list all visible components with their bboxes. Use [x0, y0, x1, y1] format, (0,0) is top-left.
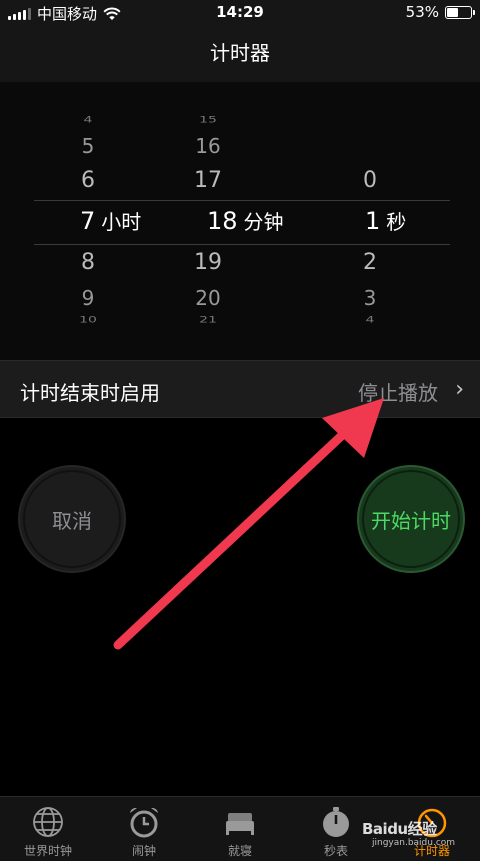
minutes-option[interactable]: 20 — [173, 286, 243, 310]
seconds-option[interactable]: 2 — [335, 250, 405, 275]
seconds-option[interactable]: 0 — [335, 168, 405, 193]
duration-picker[interactable]: 4 5 6 8 9 10 15 16 17 19 20 21 0 2 3 4 7… — [0, 82, 480, 360]
minutes-selected[interactable]: 18 分钟 — [207, 206, 284, 235]
hours-selected[interactable]: 7 小时 — [80, 206, 141, 235]
bed-icon — [226, 813, 254, 835]
picker-selection-top-line — [34, 200, 450, 201]
alarm-clock-icon — [130, 807, 158, 838]
globe-icon — [33, 807, 63, 837]
battery-icon — [445, 5, 475, 19]
seconds-option[interactable]: 4 — [335, 315, 405, 325]
start-button[interactable]: 开始计时 — [357, 465, 465, 573]
battery-group: 53% — [405, 3, 475, 21]
seconds-selected-value: 1 — [365, 207, 381, 235]
nav-title: 计时器 — [0, 24, 480, 82]
status-bar: 中国移动 14:29 53% — [0, 0, 480, 24]
seconds-option[interactable]: 3 — [335, 286, 405, 310]
tab-label: 世界时钟 — [23, 844, 72, 858]
hours-option[interactable]: 8 — [53, 250, 123, 275]
cancel-button[interactable]: 取消 — [18, 465, 126, 573]
start-button-label: 开始计时 — [371, 508, 451, 533]
hours-unit-label: 小时 — [101, 210, 142, 234]
tab-label: 就寝 — [227, 844, 252, 858]
picker-selection-bottom-line — [34, 244, 450, 245]
seconds-unit-label: 秒 — [386, 210, 407, 234]
when-timer-ends-value: 停止播放 — [358, 381, 438, 405]
minutes-option[interactable]: 21 — [173, 315, 243, 325]
tab-alarm[interactable]: 闹钟 — [96, 797, 192, 861]
hours-selected-value: 7 — [80, 207, 96, 235]
minutes-option[interactable]: 15 — [173, 115, 243, 125]
tab-label: 秒表 — [323, 844, 348, 858]
minutes-option[interactable]: 17 — [173, 168, 243, 193]
hours-option[interactable]: 6 — [53, 168, 123, 193]
minutes-selected-value: 18 — [207, 207, 238, 235]
minutes-option[interactable]: 19 — [173, 250, 243, 275]
watermark-brand: Baidu经验 — [362, 820, 437, 838]
tab-bedtime[interactable]: 就寝 — [192, 797, 288, 861]
battery-percent: 53% — [405, 3, 439, 21]
when-timer-ends-label: 计时结束时启用 — [20, 381, 160, 405]
when-timer-ends-row[interactable]: 计时结束时启用 停止播放 › — [0, 360, 480, 418]
seconds-selected[interactable]: 1 秒 — [365, 206, 406, 235]
watermark-url: jingyan.baidu.com — [372, 838, 456, 848]
tab-label: 闹钟 — [131, 844, 156, 858]
minutes-unit-label: 分钟 — [243, 210, 284, 234]
hours-option[interactable]: 9 — [53, 286, 123, 310]
minutes-option[interactable]: 16 — [173, 134, 243, 158]
chevron-right-icon: › — [455, 377, 464, 402]
cancel-button-label: 取消 — [52, 508, 92, 533]
stopwatch-icon — [323, 807, 349, 837]
hours-option[interactable]: 10 — [53, 315, 123, 325]
hours-option[interactable]: 5 — [53, 134, 123, 158]
hours-option[interactable]: 4 — [53, 115, 123, 125]
tab-world-clock[interactable]: 世界时钟 — [0, 797, 96, 861]
